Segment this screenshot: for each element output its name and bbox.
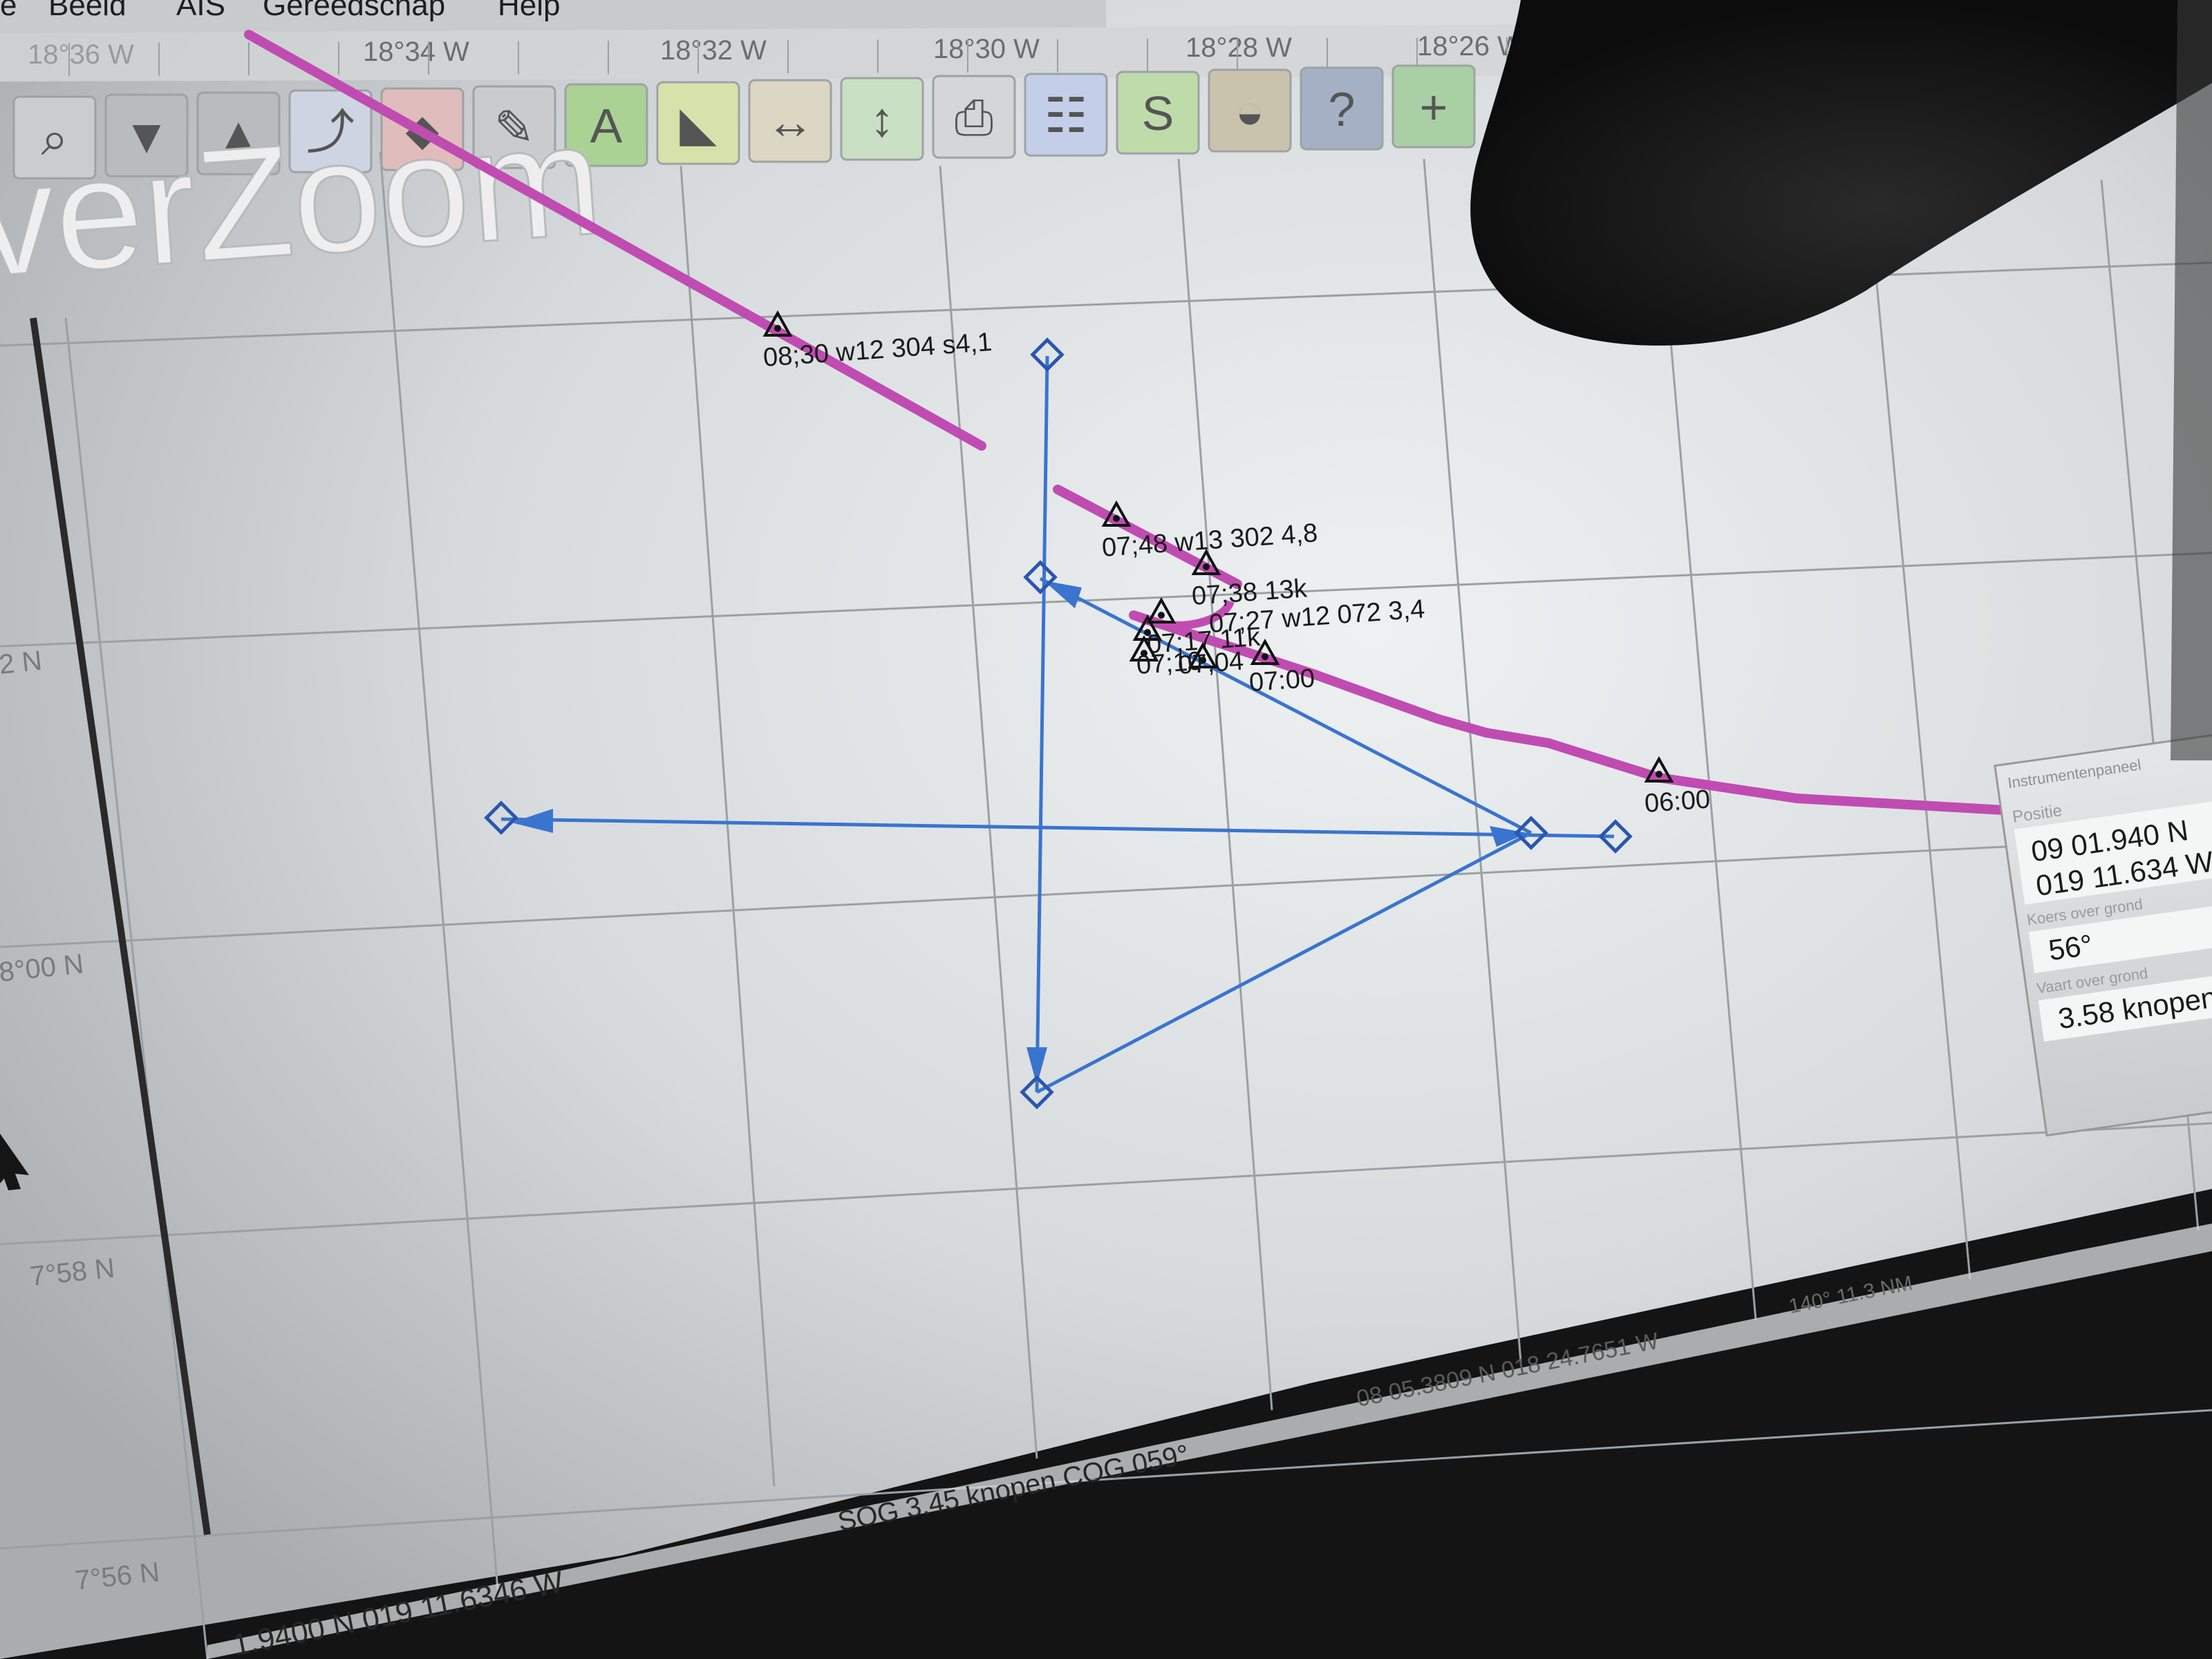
longitude-label: 18°34 W: [363, 37, 469, 67]
longitude-label: 18°32 W: [660, 35, 767, 66]
tide-icon: ◒: [1235, 84, 1264, 138]
latitude-label: 2 N: [0, 646, 44, 680]
toolbar-button-16[interactable]: +: [1391, 64, 1476, 149]
menu-item-1[interactable]: e: [0, 0, 17, 22]
menu-item-4[interactable]: Gereedschap: [263, 0, 445, 22]
toolbar-button-10[interactable]: ↕: [840, 77, 924, 161]
monitor-right-edge: [2171, 0, 2212, 760]
panel-cog: 56°: [2047, 928, 2094, 966]
track-icon: S: [1142, 86, 1174, 140]
toolbar-button-12[interactable]: ☷: [1024, 73, 1108, 157]
toolbar-button-11[interactable]: ⎙: [932, 75, 1016, 159]
toolbar-button-9[interactable]: ↔: [748, 79, 832, 163]
print-icon: ⎙: [955, 91, 993, 144]
track-mark[interactable]: 07;04: [1177, 641, 1245, 680]
toolbar-button-15[interactable]: ?: [1300, 66, 1384, 151]
mark-dot: [1262, 653, 1268, 660]
mark-dot: [1113, 515, 1120, 522]
photo-of-monitor: e Beeld AIS Gereedschap Help 18°36 W 18°34 W 1…: [0, 0, 2212, 1659]
mark-dot: [1203, 563, 1210, 570]
track-mark-label: 07;04: [1177, 646, 1245, 680]
menu-item-5[interactable]: Help: [498, 0, 561, 22]
measure-horizontal-icon: ↔: [766, 95, 814, 149]
extra-icon: +: [1420, 80, 1448, 134]
menu-item-3[interactable]: AIS: [176, 0, 225, 22]
mark-dot: [774, 325, 781, 332]
toolbar-button-8[interactable]: ◣: [656, 81, 740, 165]
mark-dot: [1158, 612, 1165, 619]
mark-dot: [1656, 771, 1662, 778]
longitude-label: 18°30 W: [933, 34, 1040, 64]
track-mark-label: 07:00: [1248, 664, 1316, 697]
waypoint-add-icon: ◣: [679, 97, 717, 151]
route-list-icon: ☷: [1044, 88, 1088, 142]
toolbar-button-14[interactable]: ◒: [1208, 68, 1292, 153]
longitude-label: 18°28 W: [1185, 32, 1292, 63]
menu-item-2[interactable]: Beeld: [48, 0, 126, 22]
chart-screen: e Beeld AIS Gereedschap Help 18°36 W 18°34 W 1…: [0, 0, 2212, 1659]
track-mark-label: 06:00: [1644, 785, 1712, 818]
help-icon: ?: [1329, 82, 1356, 136]
measure-vertical-icon: ↕: [870, 93, 894, 147]
longitude-label: 18°36 W: [28, 39, 134, 70]
toolbar-button-13[interactable]: S: [1116, 71, 1200, 155]
